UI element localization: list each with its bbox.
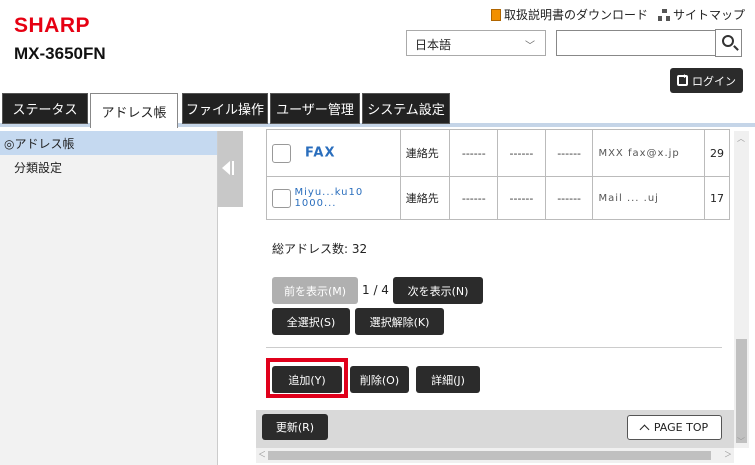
- sidebar: ◎アドレス帳 分類設定: [0, 131, 218, 465]
- address-table: FAX 連絡先 ------ ------ ------ MXX fax@x.j…: [266, 129, 731, 220]
- collapse-bar-icon: [232, 161, 234, 175]
- login-button[interactable]: ログイン: [670, 68, 743, 93]
- sidebar-item-category-settings[interactable]: 分類設定: [0, 155, 217, 179]
- number-cell: 29: [703, 129, 731, 177]
- address-cell: MXX fax@x.jp: [592, 129, 705, 177]
- collapse-left-icon: [222, 161, 230, 175]
- scroll-left-icon[interactable]: ＜: [258, 449, 266, 460]
- vertical-scrollbar[interactable]: ︿ ﹀: [734, 131, 749, 448]
- name-cell: Miyu...ku10 1000...: [266, 176, 401, 220]
- tab-address-book[interactable]: アドレス帳: [90, 93, 178, 128]
- table-row[interactable]: Miyu...ku10 1000... 連絡先 ------ ------ --…: [266, 176, 731, 220]
- refresh-button[interactable]: 更新(R): [262, 414, 328, 440]
- add-button[interactable]: 追加(Y): [272, 366, 342, 393]
- caret-up-icon: [639, 424, 650, 434]
- scroll-thumb[interactable]: [736, 339, 747, 443]
- page-top-button[interactable]: PAGE TOP: [627, 415, 722, 440]
- tab-file-operations[interactable]: ファイル操作: [182, 93, 268, 124]
- sitemap-label: サイトマップ: [672, 8, 745, 22]
- manual-download-link[interactable]: 取扱説明書のダウンロード: [490, 6, 648, 23]
- scroll-thumb[interactable]: [268, 451, 711, 460]
- sidebar-collapse-button[interactable]: [218, 131, 243, 207]
- cell: ------: [544, 176, 594, 220]
- login-label: ログイン: [692, 74, 736, 88]
- next-page-button[interactable]: 次を表示(N): [393, 277, 483, 304]
- top-links: 取扱説明書のダウンロード サイトマップ: [490, 6, 745, 23]
- chevron-down-icon: ﹀: [525, 41, 535, 52]
- select-all-button[interactable]: 全選択(S): [272, 308, 350, 335]
- scroll-up-icon[interactable]: ︿: [737, 133, 745, 144]
- row-checkbox[interactable]: [272, 188, 291, 208]
- cell: ------: [497, 176, 546, 220]
- cell: ------: [497, 129, 546, 177]
- header: SHARP MX-3650FN 取扱説明書のダウンロード サイトマップ 日本語 …: [0, 0, 755, 93]
- cell: ------: [544, 129, 594, 177]
- divider: [266, 347, 722, 348]
- address-cell: Mail ... .uj: [592, 176, 705, 220]
- cell: ------: [449, 176, 499, 220]
- sharp-logo: SHARP: [14, 14, 91, 37]
- name-cell: FAX: [266, 129, 401, 177]
- language-select[interactable]: 日本語 ﹀: [406, 30, 546, 56]
- login-icon: [677, 72, 688, 86]
- search-icon: [722, 35, 734, 47]
- search-button[interactable]: [715, 29, 742, 57]
- page-top-label: PAGE TOP: [653, 421, 709, 434]
- tab-system-settings[interactable]: システム設定: [362, 93, 450, 124]
- type-cell: 連絡先: [399, 176, 451, 220]
- delete-button[interactable]: 削除(O): [350, 366, 409, 393]
- entry-name[interactable]: Miyu...ku10 1000...: [295, 187, 390, 209]
- type-cell: 連絡先: [399, 129, 451, 177]
- total-label: 総アドレス数:: [272, 242, 349, 256]
- page-indicator: 1 / 4: [362, 283, 389, 297]
- row-checkbox[interactable]: [272, 143, 291, 163]
- scroll-down-icon[interactable]: ﹀: [737, 436, 745, 447]
- number-cell: 17: [703, 176, 731, 220]
- tab-status[interactable]: ステータス: [2, 93, 88, 124]
- detail-button[interactable]: 詳細(J): [416, 366, 480, 393]
- book-icon: [490, 8, 501, 21]
- horizontal-scrollbar[interactable]: ＜ ＞: [256, 448, 734, 463]
- entry-name[interactable]: FAX: [305, 145, 335, 160]
- model-name: MX-3650FN: [14, 44, 106, 63]
- table-row[interactable]: FAX 連絡先 ------ ------ ------ MXX fax@x.j…: [266, 129, 731, 177]
- manual-download-label: 取扱説明書のダウンロード: [503, 8, 648, 22]
- scroll-right-icon[interactable]: ＞: [724, 449, 732, 460]
- main-tabs: ステータス アドレス帳 ファイル操作 ユーザー管理 システム設定: [0, 93, 755, 128]
- prev-page-button[interactable]: 前を表示(M): [272, 277, 358, 304]
- search-input[interactable]: [556, 30, 716, 56]
- tab-user-management[interactable]: ユーザー管理: [270, 93, 360, 124]
- sitemap-icon: [657, 8, 670, 21]
- sitemap-link[interactable]: サイトマップ: [657, 6, 745, 23]
- total-addresses: 総アドレス数: 32: [272, 240, 367, 257]
- total-value: 32: [351, 242, 368, 256]
- sidebar-item-address-book[interactable]: ◎アドレス帳: [0, 131, 217, 155]
- language-selected: 日本語: [415, 38, 452, 52]
- deselect-all-button[interactable]: 選択解除(K): [355, 308, 444, 335]
- cell: ------: [449, 129, 499, 177]
